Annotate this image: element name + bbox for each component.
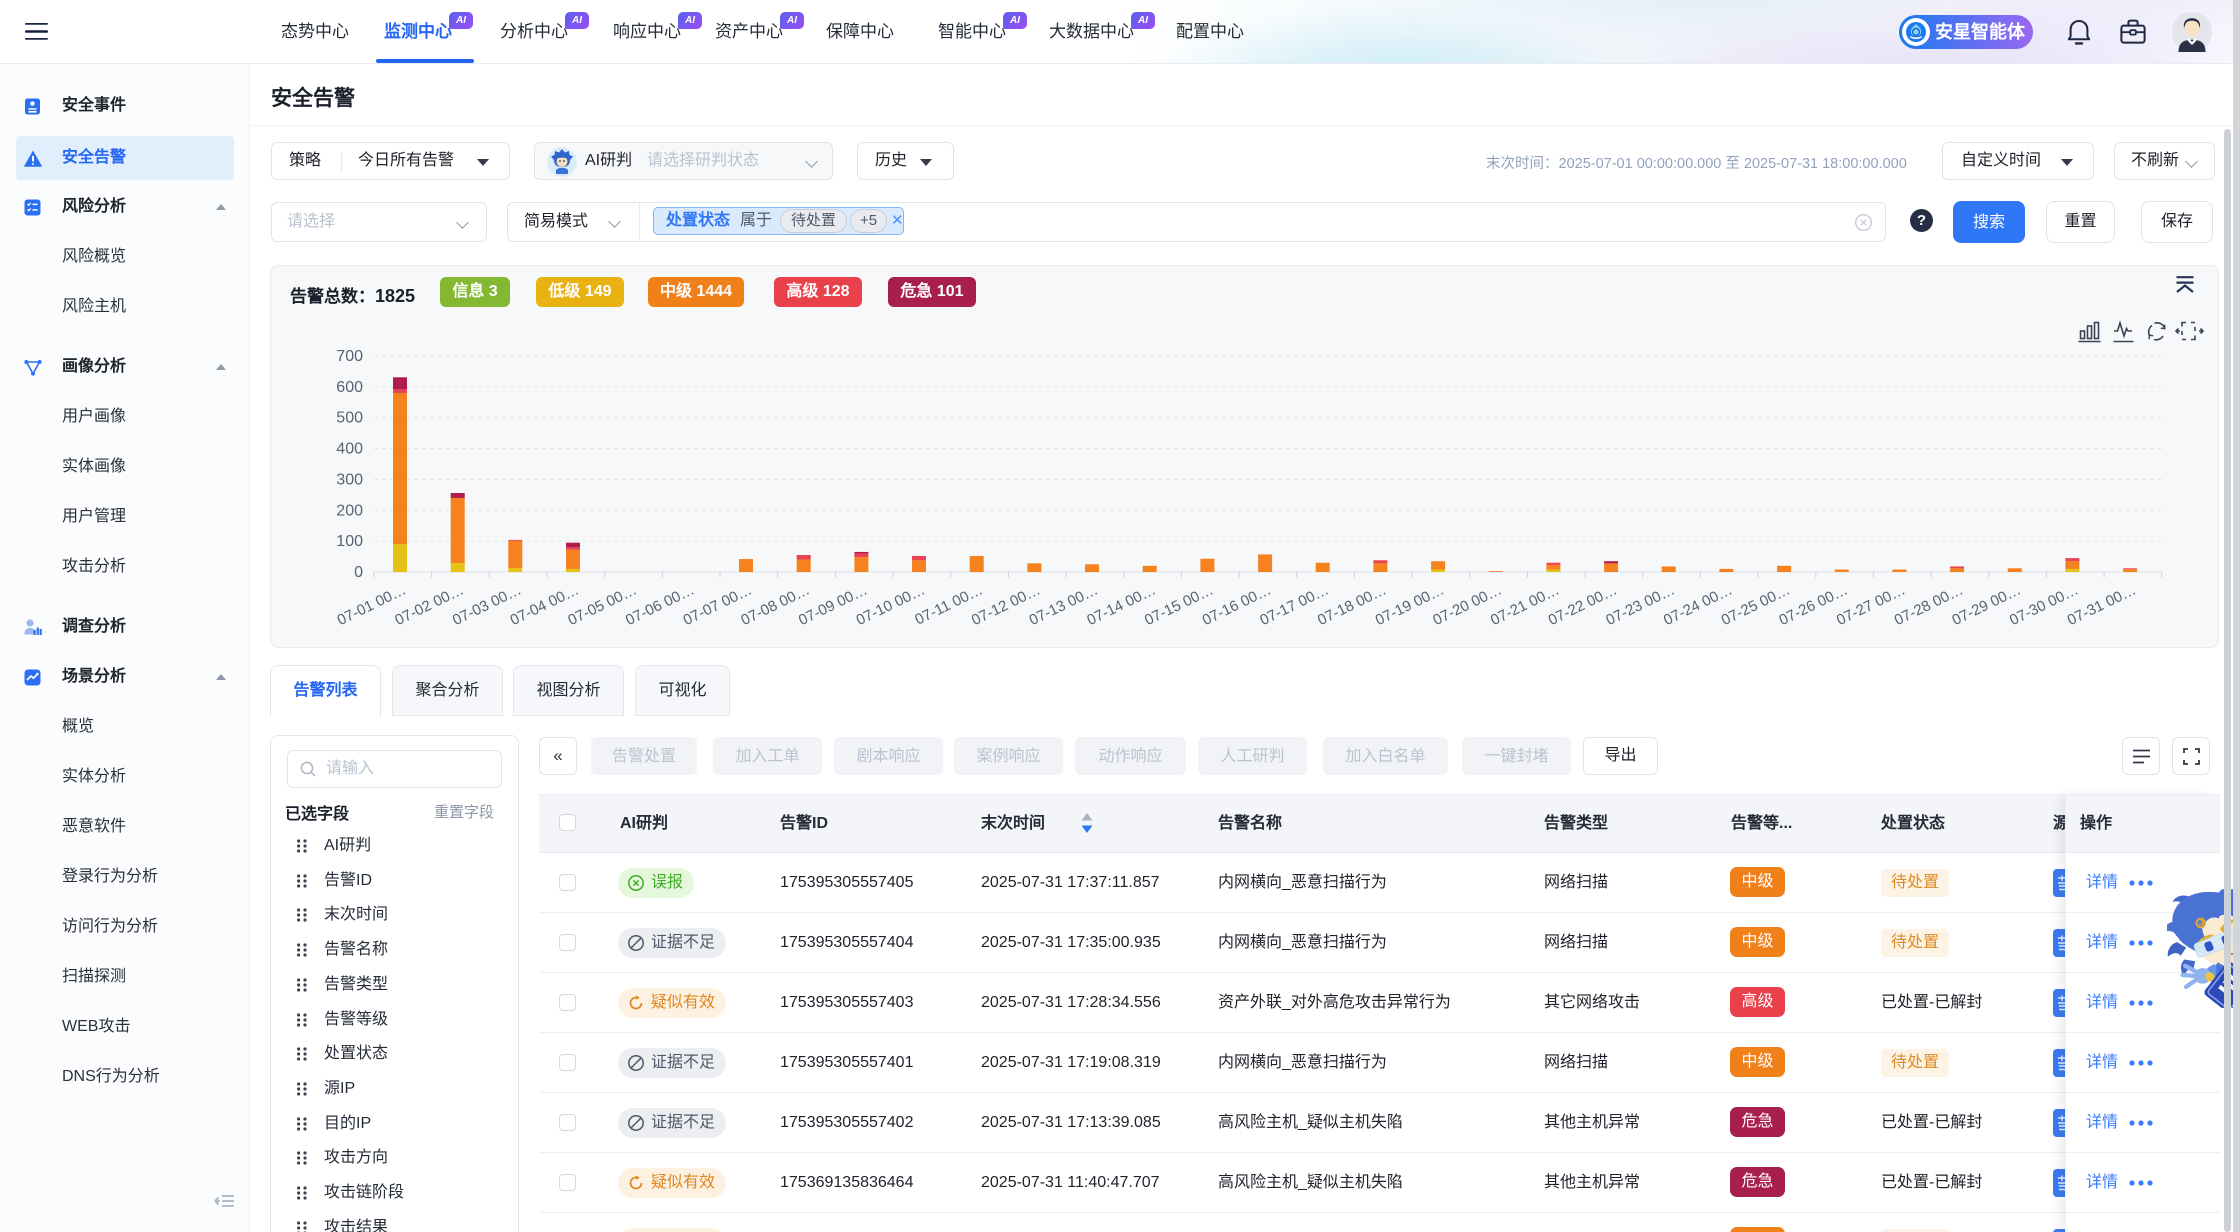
- svg-text:500: 500: [336, 410, 363, 427]
- svg-text:0: 0: [354, 564, 363, 581]
- svg-text:700: 700: [336, 348, 363, 365]
- svg-text:100: 100: [336, 533, 363, 550]
- svg-text:400: 400: [336, 441, 363, 458]
- svg-text:300: 300: [336, 471, 363, 488]
- svg-text:200: 200: [336, 502, 363, 519]
- svg-text:600: 600: [336, 379, 363, 396]
